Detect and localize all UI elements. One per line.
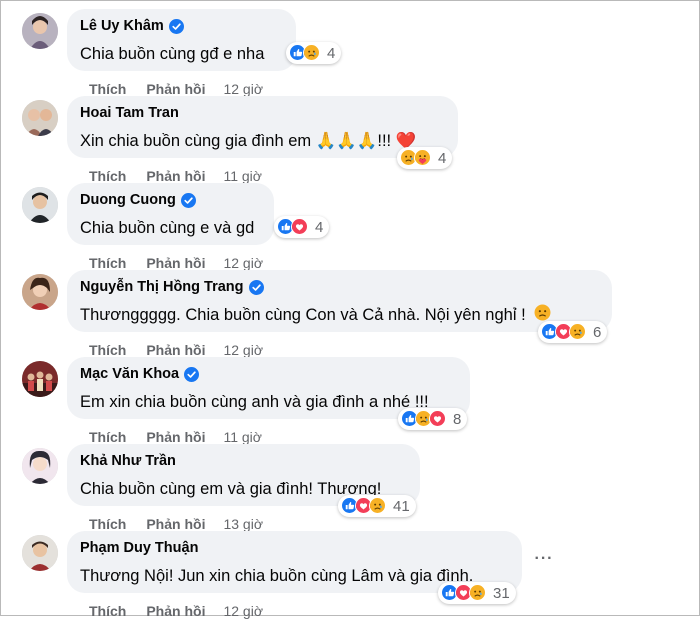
comment-author[interactable]: Mạc Văn Khoa — [80, 365, 179, 383]
avatar[interactable] — [22, 13, 58, 49]
more-options-button[interactable]: ··· — [532, 547, 556, 571]
reply-link[interactable]: Phản hồi — [146, 81, 205, 97]
reaction-summary[interactable]: 4 — [397, 147, 453, 169]
comment-author[interactable]: Nguyễn Thị Hồng Trang — [80, 278, 244, 296]
comment-timestamp[interactable]: 12 giờ — [223, 255, 263, 271]
sad-reaction-icon — [303, 44, 321, 62]
reaction-count: 4 — [438, 149, 447, 167]
reaction-count: 4 — [327, 44, 336, 62]
like-link[interactable]: Thích — [89, 342, 126, 358]
comment-author[interactable]: Duong Cuong — [80, 191, 176, 209]
reply-link[interactable]: Phản hồi — [146, 168, 205, 184]
sad-reaction-icon — [469, 584, 487, 602]
sad-reaction-icon — [369, 497, 387, 515]
reaction-count: 8 — [453, 410, 462, 428]
reaction-summary[interactable]: 4 — [286, 42, 342, 64]
comment-author-row: Lê Uy Khâm — [80, 17, 283, 35]
reaction-summary[interactable]: 6 — [538, 321, 608, 343]
sad-reaction-icon — [569, 323, 587, 341]
comment-text: Xin chia buồn cùng gia đình em 🙏🙏🙏!!! ❤️ — [80, 132, 417, 150]
love-reaction-icon — [291, 218, 309, 236]
comment-author[interactable]: Phạm Duy Thuận — [80, 539, 198, 557]
comment-timestamp[interactable]: 13 giờ — [223, 516, 263, 532]
reply-link[interactable]: Phản hồi — [146, 516, 205, 532]
avatar[interactable] — [22, 274, 58, 310]
verified-badge-icon — [180, 192, 196, 208]
like-link[interactable]: Thích — [89, 81, 126, 97]
verified-badge-icon — [184, 366, 200, 382]
care-reaction-icon — [414, 149, 432, 167]
comment-actions: Thích Phản hồi 12 giờ — [89, 342, 263, 358]
comment-text: Chia buồn cùng e và gd — [80, 219, 255, 237]
verified-badge-icon — [168, 18, 184, 34]
like-link[interactable]: Thích — [89, 603, 126, 619]
comment-text: Thươnggggg. Chia buồn cùng Con và Cả nhà… — [80, 306, 526, 324]
love-reaction-icon — [429, 410, 447, 428]
reaction-count: 31 — [493, 584, 510, 602]
avatar[interactable] — [22, 100, 58, 136]
like-link[interactable]: Thích — [89, 429, 126, 445]
more-horizontal-icon: ··· — [534, 550, 554, 567]
reaction-summary[interactable]: 41 — [338, 495, 416, 517]
comment-author-row: Nguyễn Thị Hồng Trang — [80, 278, 599, 296]
comment-actions: Thích Phản hồi 11 giờ — [89, 429, 262, 445]
reply-link[interactable]: Phản hồi — [146, 342, 205, 358]
reply-link[interactable]: Phản hồi — [146, 255, 205, 271]
comment-author-row: Phạm Duy Thuận — [80, 539, 509, 557]
comment-author[interactable]: Lê Uy Khâm — [80, 17, 164, 35]
comment-actions: Thích Phản hồi 11 giờ — [89, 168, 262, 184]
comment-actions: Thích Phản hồi 13 giờ — [89, 516, 263, 532]
comment-author[interactable]: Hoai Tam Tran — [80, 104, 179, 122]
comment-timestamp[interactable]: 11 giờ — [223, 168, 262, 184]
reply-link[interactable]: Phản hồi — [146, 603, 205, 619]
comment-author-row: Duong Cuong — [80, 191, 261, 209]
comment-timestamp[interactable]: 12 giờ — [223, 342, 263, 358]
comment-bubble: Lê Uy Khâm Chia buồn cùng gđ e nha — [67, 9, 296, 71]
reaction-count: 4 — [315, 218, 324, 236]
comment-timestamp[interactable]: 11 giờ — [223, 429, 262, 445]
comment-timestamp[interactable]: 12 giờ — [223, 81, 263, 97]
comment-actions: Thích Phản hồi 12 giờ — [89, 603, 263, 619]
like-link[interactable]: Thích — [89, 255, 126, 271]
comment-timestamp[interactable]: 12 giờ — [223, 603, 263, 619]
like-link[interactable]: Thích — [89, 168, 126, 184]
comment-author-row: Hoai Tam Tran — [80, 104, 445, 122]
avatar[interactable] — [22, 535, 58, 571]
avatar[interactable] — [22, 361, 58, 397]
comment-author[interactable]: Khả Như Trần — [80, 452, 176, 470]
comment-actions: Thích Phản hồi 12 giờ — [89, 81, 263, 97]
reaction-count: 6 — [593, 323, 602, 341]
reaction-summary[interactable]: 8 — [398, 408, 468, 430]
comment-actions: Thích Phản hồi 12 giờ — [89, 255, 263, 271]
comment-text: Chia buồn cùng gđ e nha — [80, 45, 265, 63]
comment-bubble: Duong Cuong Chia buồn cùng e và gd — [67, 183, 274, 245]
reaction-count: 41 — [393, 497, 410, 515]
reply-link[interactable]: Phản hồi — [146, 429, 205, 445]
comment-text-row: Thươnggggg. Chia buồn cùng Con và Cả nhà… — [80, 304, 599, 327]
verified-badge-icon — [248, 279, 264, 295]
avatar[interactable] — [22, 448, 58, 484]
reaction-summary[interactable]: 4 — [274, 216, 330, 238]
comment-author-row: Mạc Văn Khoa — [80, 365, 457, 383]
avatar[interactable] — [22, 187, 58, 223]
comment-bubble: Nguyễn Thị Hồng Trang Thươnggggg. Chia b… — [67, 270, 612, 332]
reaction-summary[interactable]: 31 — [438, 582, 516, 604]
comment-author-row: Khả Như Trần — [80, 452, 407, 470]
like-link[interactable]: Thích — [89, 516, 126, 532]
